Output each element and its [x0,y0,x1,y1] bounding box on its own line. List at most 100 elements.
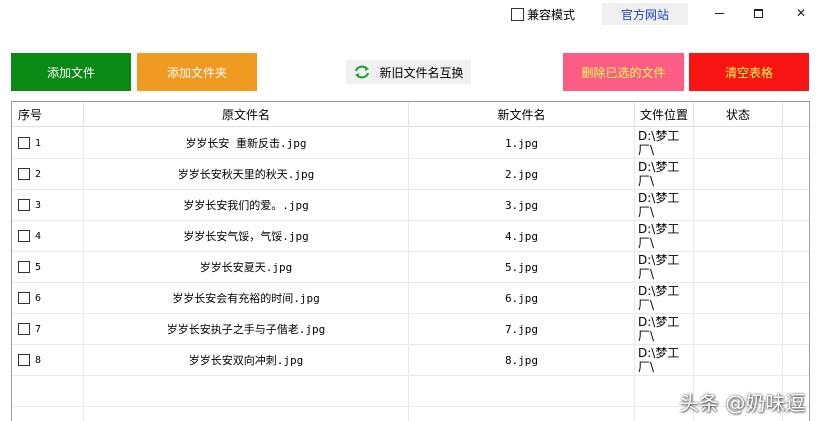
original-name-cell: 岁岁长安我们的爱。.jpg [84,190,409,220]
table-row[interactable]: 5 岁岁长安夏天.jpg 5.jpg D:\梦工 厂\ [12,252,809,283]
watermark: 头条 @奶味逗 [679,391,806,415]
status-cell [694,314,783,344]
add-file-button[interactable]: 添加文件 [11,53,131,91]
table-row[interactable]: 2 岁岁长安秋天里的秋天.jpg 2.jpg D:\梦工 厂\ [12,159,809,190]
empty-cell [12,407,84,421]
row-index-cell[interactable]: 4 [12,221,84,251]
status-cell [694,128,783,158]
row-number: 8 [35,354,42,366]
row-index-cell[interactable]: 7 [12,314,84,344]
location-cell: D:\梦工 厂\ [635,190,694,220]
table-row[interactable]: 4 岁岁长安气馁，气馁.jpg 4.jpg D:\梦工 厂\ [12,221,809,252]
file-table[interactable]: 序号 原文件名 新文件名 文件位置 状态 1 岁岁长安 重新反击.jpg 1.jpg… [11,101,810,421]
empty-cell [409,376,635,406]
filler-cell [783,159,809,189]
row-checkbox-icon[interactable] [18,354,30,366]
minimize-icon [714,13,724,14]
row-index-cell[interactable]: 6 [12,283,84,313]
row-index-cell[interactable]: 2 [12,159,84,189]
row-checkbox-icon[interactable] [18,323,30,335]
row-index-cell[interactable]: 1 [12,128,84,158]
column-header-original-name[interactable]: 原文件名 [84,102,409,127]
swap-names-button[interactable]: 新旧文件名互换 [346,60,471,84]
row-number: 7 [35,323,42,335]
original-name-cell: 岁岁长安执子之手与子偕老.jpg [84,314,409,344]
row-checkbox-icon[interactable] [18,261,30,273]
new-name-cell: 7.jpg [409,314,635,344]
location-cell: D:\梦工 厂\ [635,283,694,313]
filler-cell [783,221,809,251]
status-cell [694,252,783,282]
row-number: 4 [35,230,42,242]
location-cell: D:\梦工 厂\ [635,221,694,251]
title-bar: 兼容模式 官方网站 ✕ [0,0,823,28]
location-cell: D:\梦工 厂\ [635,159,694,189]
original-name-cell: 岁岁长安 重新反击.jpg [84,128,409,158]
empty-cell [84,407,409,421]
new-name-cell: 1.jpg [409,128,635,158]
minimize-button[interactable] [709,4,729,22]
filler-cell [783,345,809,375]
maximize-button[interactable] [748,4,768,22]
table-row[interactable]: 6 岁岁长安会有充裕的时间.jpg 6.jpg D:\梦工 厂\ [12,283,809,314]
row-number: 2 [35,168,42,180]
table-row[interactable]: 1 岁岁长安 重新反击.jpg 1.jpg D:\梦工 厂\ [12,128,809,159]
table-header: 序号 原文件名 新文件名 文件位置 状态 [12,102,809,127]
column-header-new-name[interactable]: 新文件名 [409,102,635,127]
new-name-cell: 5.jpg [409,252,635,282]
status-cell [694,283,783,313]
maximize-icon [753,8,763,18]
official-site-link[interactable]: 官方网站 [602,3,688,25]
original-name-cell: 岁岁长安夏天.jpg [84,252,409,282]
location-cell: D:\梦工 厂\ [635,345,694,375]
row-index-cell[interactable]: 3 [12,190,84,220]
row-checkbox-icon[interactable] [18,230,30,242]
status-cell [694,159,783,189]
close-button[interactable]: ✕ [791,4,811,22]
close-icon: ✕ [795,6,807,20]
row-checkbox-icon[interactable] [18,137,30,149]
clear-table-button[interactable]: 清空表格 [689,53,809,91]
row-number: 6 [35,292,42,304]
compat-mode-label: 兼容模式 [527,7,576,22]
table-row[interactable]: 7 岁岁长安执子之手与子偕老.jpg 7.jpg D:\梦工 厂\ [12,314,809,345]
new-name-cell: 6.jpg [409,283,635,313]
row-index-cell[interactable]: 5 [12,252,84,282]
add-folder-button[interactable]: 添加文件夹 [137,53,257,91]
location-cell: D:\梦工 厂\ [635,252,694,282]
empty-cell [12,376,84,406]
location-cell: D:\梦工 厂\ [635,128,694,158]
column-header-status[interactable]: 状态 [694,102,783,127]
column-header-index[interactable]: 序号 [12,102,84,127]
row-checkbox-icon[interactable] [18,168,30,180]
delete-selected-button[interactable]: 删除已选的文件 [563,53,684,91]
filler-cell [783,314,809,344]
filler-cell [783,190,809,220]
table-row[interactable]: 3 岁岁长安我们的爱。.jpg 3.jpg D:\梦工 厂\ [12,190,809,221]
row-checkbox-icon[interactable] [18,199,30,211]
status-cell [694,221,783,251]
compat-mode-toggle[interactable]: 兼容模式 [511,6,575,22]
new-name-cell: 2.jpg [409,159,635,189]
row-checkbox-icon[interactable] [18,292,30,304]
table-body: 1 岁岁长安 重新反击.jpg 1.jpg D:\梦工 厂\ 2 岁岁长安秋天里的秋天.j… [12,128,809,421]
original-name-cell: 岁岁长安秋天里的秋天.jpg [84,159,409,189]
filler-cell [783,252,809,282]
swap-names-label: 新旧文件名互换 [379,65,464,80]
column-header-location[interactable]: 文件位置 [635,102,694,127]
empty-cell [409,407,635,421]
row-number: 1 [35,137,42,149]
filler-cell [783,283,809,313]
empty-cell [84,376,409,406]
original-name-cell: 岁岁长安气馁，气馁.jpg [84,221,409,251]
filler-cell [783,128,809,158]
status-cell [694,345,783,375]
table-row[interactable]: 8 岁岁长安双向冲刺.jpg 8.jpg D:\梦工 厂\ [12,345,809,376]
row-index-cell[interactable]: 8 [12,345,84,375]
status-cell [694,190,783,220]
original-name-cell: 岁岁长安双向冲刺.jpg [84,345,409,375]
compat-checkbox-icon[interactable] [511,7,524,21]
column-header-filler [783,102,809,127]
refresh-arrows-icon [355,65,370,79]
new-name-cell: 8.jpg [409,345,635,375]
